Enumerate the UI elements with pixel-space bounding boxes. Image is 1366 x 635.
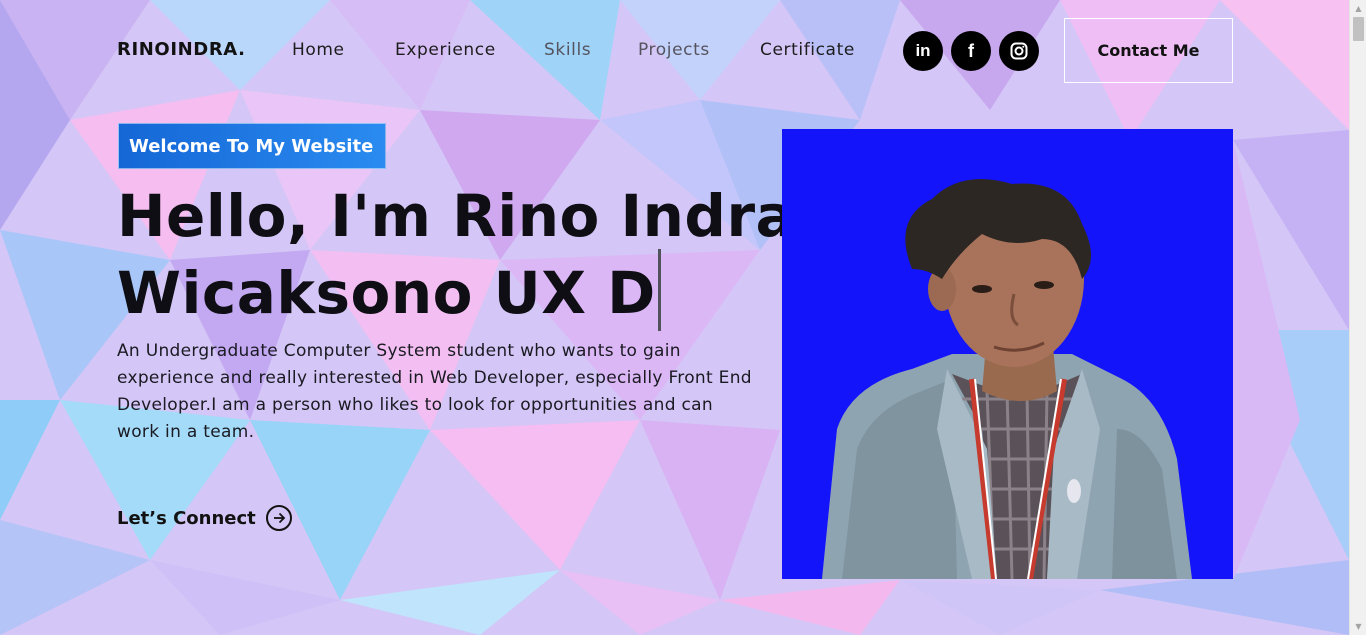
typing-caret [657,249,661,331]
hero-section: Welcome To My Website Hello, I'm Rino In… [0,0,1349,635]
lets-connect-link[interactable]: Let’s Connect [117,505,292,531]
intro-paragraph: An Undergraduate Computer System student… [117,341,752,442]
person-portrait [822,179,1192,579]
headline-line-1: Hello, I'm Rino Indra [117,182,796,250]
headline-line-2: Wicaksono UX D [117,249,797,331]
hero-headline: Hello, I'm Rino Indra Wicaksono UX D [117,184,797,331]
scroll-down-arrow-icon[interactable]: ▼ [1350,618,1366,635]
welcome-badge: Welcome To My Website [118,123,386,169]
scroll-thumb[interactable] [1353,17,1364,41]
vertical-scrollbar[interactable]: ▲ ▼ [1349,0,1366,635]
arrow-right-circle-icon [265,505,292,531]
scroll-up-arrow-icon[interactable]: ▲ [1350,0,1366,17]
profile-photo [782,129,1233,579]
lets-connect-label: Let’s Connect [117,507,256,529]
headline-typed-text: Wicaksono UX D [117,259,656,327]
